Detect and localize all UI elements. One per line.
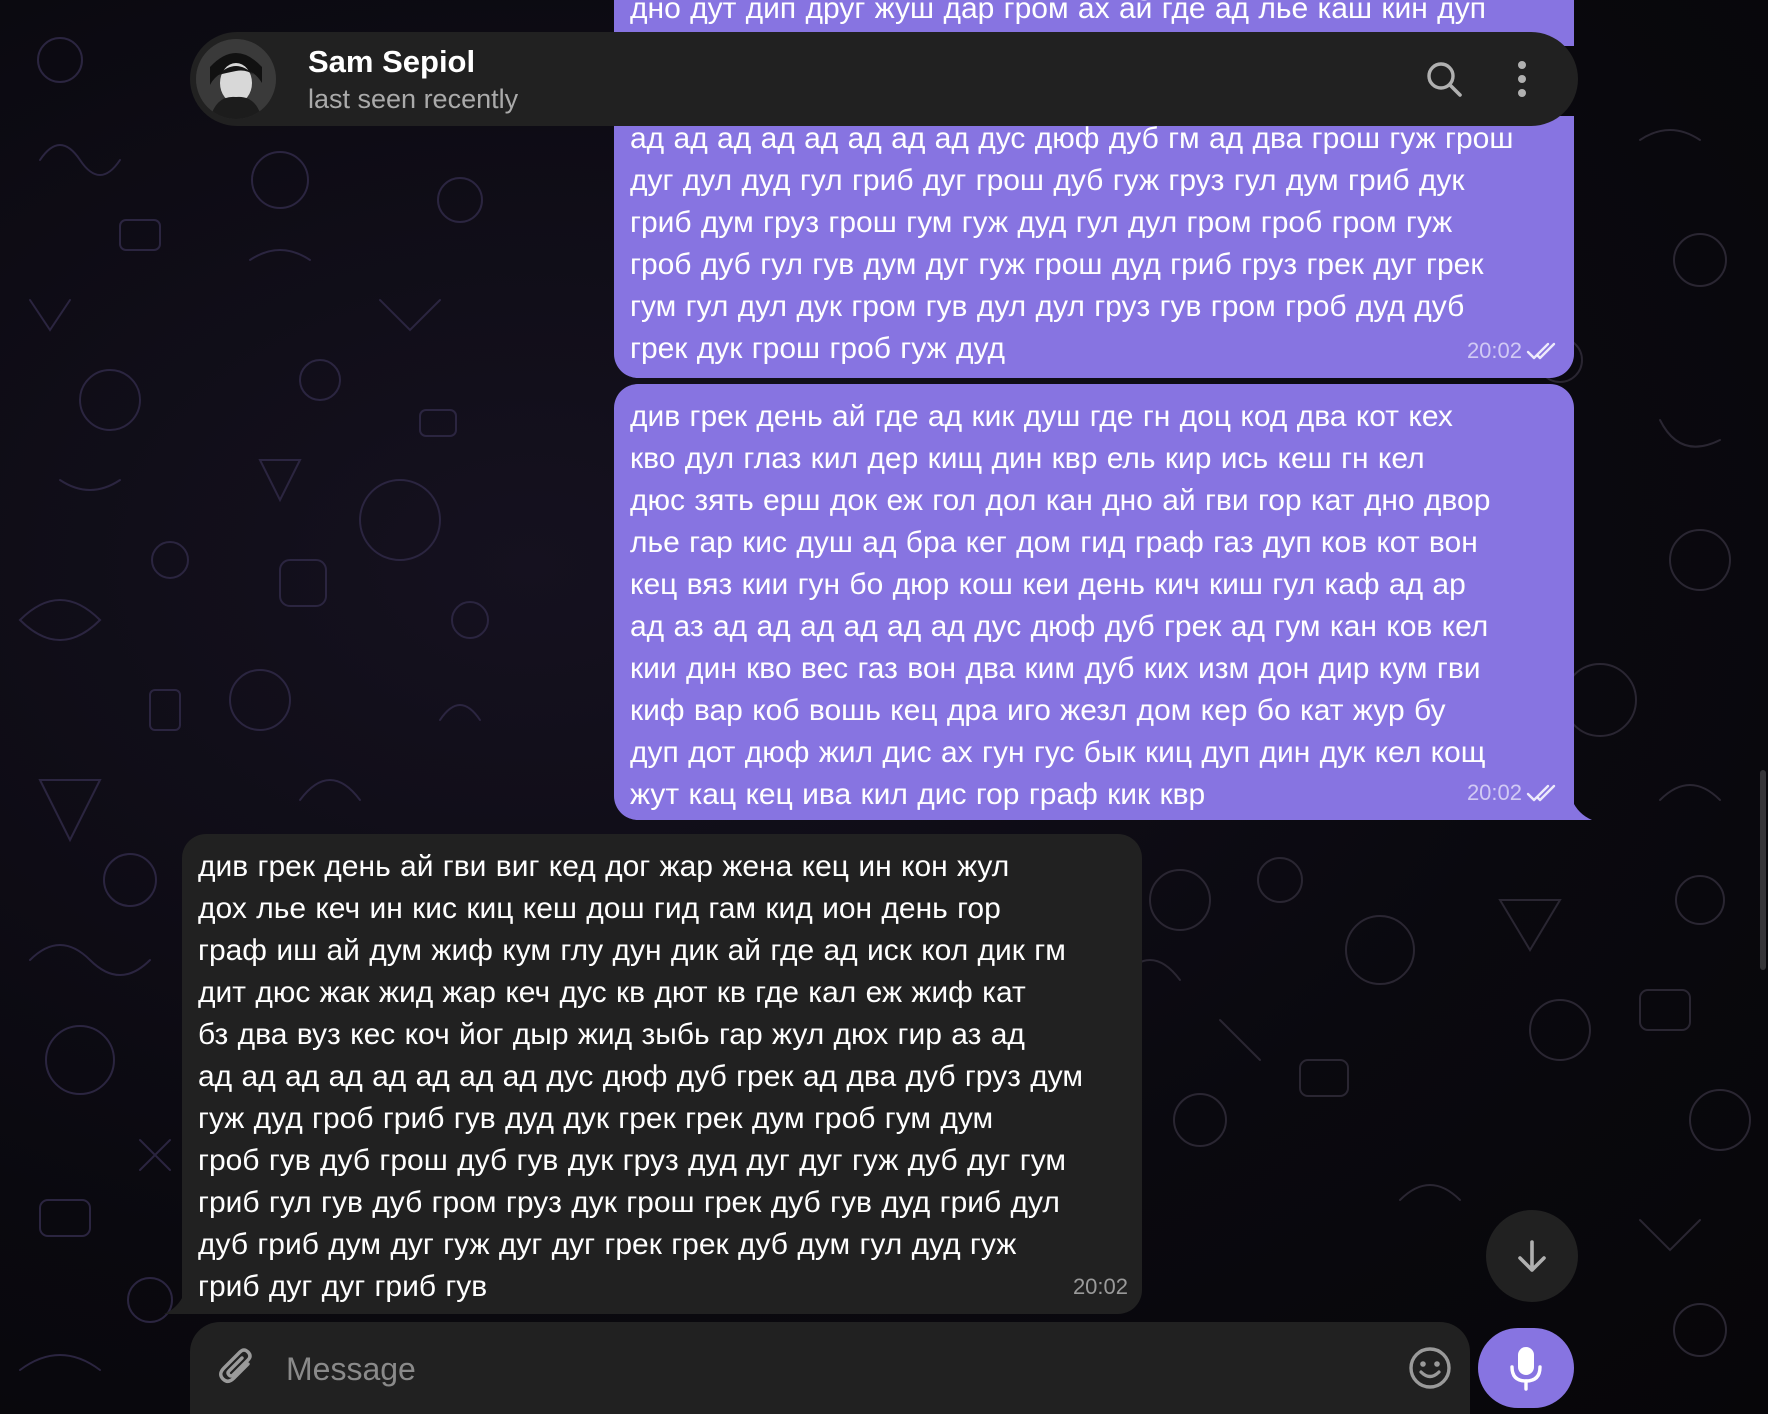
message-composer xyxy=(190,1322,1470,1414)
message-meta: 20:02 xyxy=(1073,1266,1128,1308)
emoji-icon xyxy=(1409,1347,1451,1389)
chat-header[interactable]: Sam Sepiol last seen recently xyxy=(190,32,1578,126)
message-input[interactable] xyxy=(284,1340,1388,1398)
double-check-icon xyxy=(1526,784,1556,802)
contact-name: Sam Sepiol xyxy=(308,44,476,79)
paperclip-icon xyxy=(219,1348,252,1383)
message-bubble-incoming[interactable]: див грек день ай гви виг кед дог жар жен… xyxy=(182,834,1142,1314)
search-button[interactable] xyxy=(1418,53,1470,105)
microphone-icon xyxy=(1510,1347,1542,1391)
attach-button[interactable] xyxy=(214,1344,262,1392)
search-icon xyxy=(1427,62,1462,97)
more-vertical-icon xyxy=(1518,61,1526,97)
scrollbar-thumb[interactable] xyxy=(1760,770,1766,970)
message-time: 20:02 xyxy=(1466,780,1522,805)
message-time: 20:02 xyxy=(1072,1274,1128,1299)
voice-record-button[interactable] xyxy=(1478,1328,1574,1408)
avatar-image xyxy=(196,39,276,119)
bubble-tail xyxy=(164,1294,184,1314)
message-meta: 20:02 xyxy=(1467,772,1560,814)
message-bubble-outgoing[interactable]: див грек день ай где ад кик душ где гн д… xyxy=(614,384,1574,820)
message-bubble-outgoing[interactable]: ад ад ад ад ад ад ад ад дус дюф дуб гм а… xyxy=(614,116,1574,378)
message-text: див грек день ай гви виг кед дог жар жен… xyxy=(198,850,1084,1303)
message-meta: 20:02 xyxy=(1467,330,1560,372)
emoji-button[interactable] xyxy=(1404,1342,1456,1394)
scroll-to-bottom-button[interactable] xyxy=(1486,1210,1578,1302)
bubble-tail xyxy=(1572,800,1592,820)
arrow-down-icon xyxy=(1518,1240,1546,1272)
message-time: 20:02 xyxy=(1466,338,1522,363)
message-text: ад ад ад ад ад ад ад ад дус дюф дуб гм а… xyxy=(630,122,1514,365)
message-text: див грек день ай где ад кик душ где гн д… xyxy=(630,400,1491,811)
more-button[interactable] xyxy=(1496,53,1548,105)
avatar[interactable] xyxy=(196,39,276,119)
contact-status: last seen recently xyxy=(308,84,519,114)
message-text: дно дут дип друг жуш дар гром ах ай где … xyxy=(630,0,1486,25)
double-check-icon xyxy=(1526,342,1556,360)
